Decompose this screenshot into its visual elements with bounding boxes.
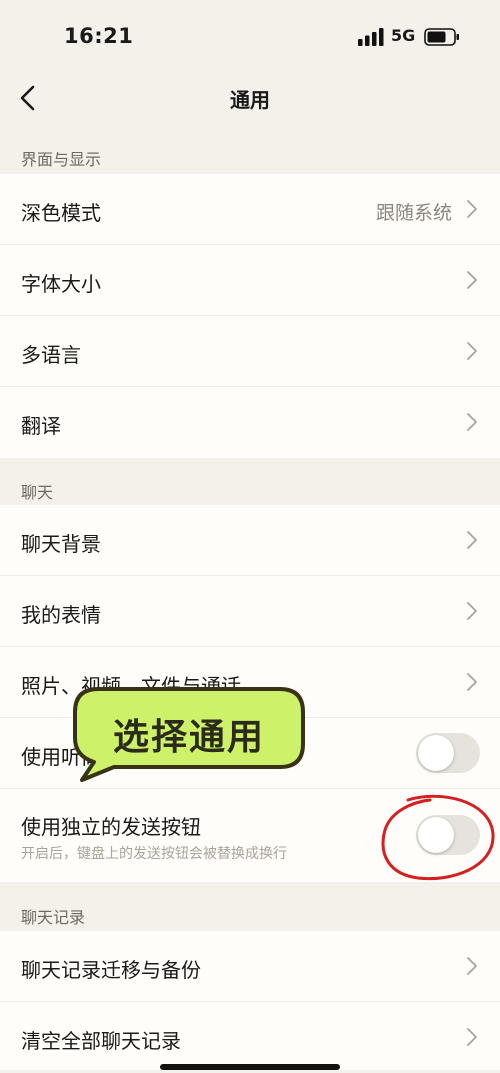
toggle-knob [418, 735, 454, 771]
dark-mode-row[interactable]: 深色模式 跟随系统 [0, 174, 500, 245]
callout-bubble: 选择通用 [72, 686, 306, 782]
nav-bar: 通用 [0, 70, 500, 126]
chevron-right-icon [467, 342, 477, 360]
chevron-right-icon [467, 531, 477, 549]
row-value: 跟随系统 [375, 202, 452, 224]
battery-icon [424, 28, 459, 46]
chevron-right-icon [467, 602, 477, 620]
language-row[interactable]: 多语言 [0, 316, 500, 387]
font-size-row[interactable]: 字体大小 [0, 245, 500, 316]
settings-group-display: 深色模式 跟随系统 字体大小 多语言 翻译 [0, 174, 500, 458]
callout-text: 选择通用 [112, 717, 265, 758]
chevron-right-icon [467, 413, 477, 431]
history-migrate-backup-row[interactable]: 聊天记录迁移与备份 [0, 931, 500, 1002]
status-time: 16:21 [64, 24, 134, 48]
row-label: 我的表情 [21, 603, 101, 627]
signal-icon [358, 28, 384, 46]
row-label: 聊天背景 [21, 532, 101, 556]
chevron-right-icon [467, 200, 477, 218]
section-header-history: 聊天记录 [21, 908, 86, 927]
chevron-right-icon [467, 957, 477, 975]
chevron-right-icon [467, 1028, 477, 1046]
chevron-right-icon [467, 673, 477, 691]
section-header-chat: 聊天 [21, 483, 54, 502]
row-label: 多语言 [21, 343, 81, 367]
row-label: 清空全部聊天记录 [21, 1029, 181, 1053]
row-subtitle: 开启后，键盘上的发送按钮会被替换成换行 [21, 846, 287, 862]
clear-history-row[interactable]: 清空全部聊天记录 [0, 1002, 500, 1073]
settings-group-history: 聊天记录迁移与备份 清空全部聊天记录 [0, 931, 500, 1070]
my-stickers-row[interactable]: 我的表情 [0, 576, 500, 647]
red-circle-annotation [381, 794, 495, 881]
section-header-display: 界面与显示 [21, 150, 102, 169]
network-label: 5G [391, 26, 416, 45]
chevron-right-icon [467, 271, 477, 289]
home-indicator [160, 1064, 340, 1070]
status-bar: 16:21 5G [0, 0, 500, 70]
chat-background-row[interactable]: 聊天背景 [0, 505, 500, 576]
translate-row[interactable]: 翻译 [0, 387, 500, 458]
row-label: 使用独立的发送按钮 [21, 815, 201, 839]
row-label: 翻译 [21, 414, 61, 438]
row-label: 聊天记录迁移与备份 [21, 958, 201, 982]
earpiece-toggle[interactable] [416, 733, 480, 773]
row-label: 深色模式 [21, 201, 101, 225]
row-label: 字体大小 [21, 272, 101, 296]
page-title: 通用 [230, 88, 270, 112]
